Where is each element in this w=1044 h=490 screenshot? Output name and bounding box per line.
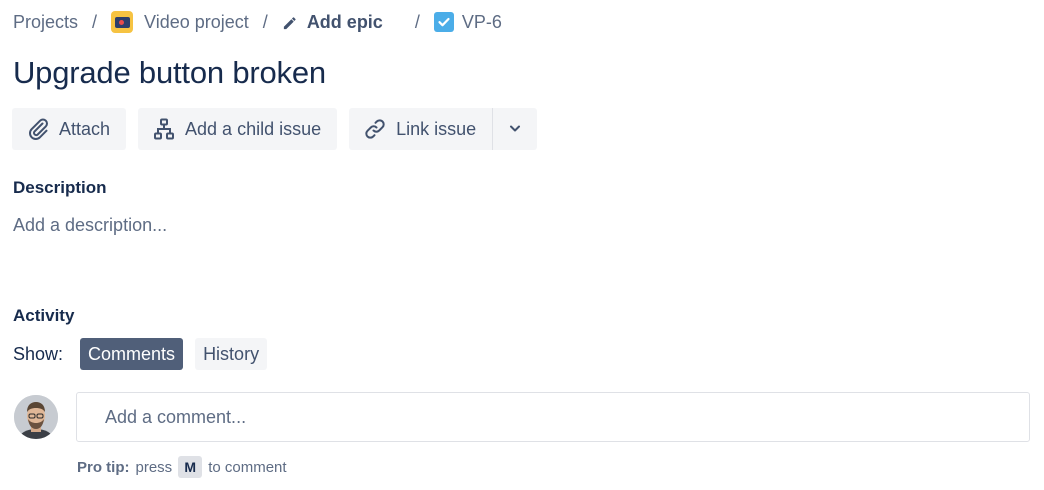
add-child-issue-button[interactable]: Add a child issue [138,108,338,150]
link-icon [363,117,387,141]
breadcrumb-separator: / [414,11,420,32]
activity-filter-row: Show: Comments History [13,338,279,370]
breadcrumb-projects[interactable]: Projects [13,12,78,33]
hierarchy-icon [152,117,176,141]
pro-tip-text-pre: press [135,458,173,476]
description-heading: Description [13,178,107,197]
link-issue-group: Link issue [349,108,538,150]
pro-tip: Pro tip: press M to comment [77,456,287,478]
task-checkbox-icon [433,12,454,32]
filter-comments-button[interactable]: Comments [80,338,184,370]
add-epic-button[interactable]: Add epic [282,12,383,33]
video-project-icon [111,11,134,33]
activity-heading: Activity [13,306,75,325]
issue-toolbar: Attach Add a child issue Link issue [12,108,538,150]
avatar [14,395,58,439]
attach-label: Attach [59,118,111,139]
issue-title[interactable]: Upgrade button broken [13,55,326,91]
breadcrumb-issue-key[interactable]: VP-6 [462,12,502,33]
show-label: Show: [13,343,64,364]
breadcrumb-separator: / [262,11,268,32]
pencil-icon [282,15,297,30]
comment-input[interactable]: Add a comment... [76,392,1030,442]
keyboard-shortcut-key: M [178,456,203,478]
breadcrumb-project-label[interactable]: Video project [144,12,249,33]
breadcrumb-project[interactable]: Video project [111,11,249,33]
attach-button[interactable]: Attach [12,108,127,150]
chevron-down-icon [508,119,522,140]
link-issue-button[interactable]: Link issue [349,108,493,150]
breadcrumb: Projects / Video project / Add epic / VP… [13,8,502,36]
link-issue-label: Link issue [396,118,477,139]
pro-tip-label: Pro tip: [77,458,130,476]
filter-history-button[interactable]: History [195,338,268,370]
breadcrumb-separator: / [92,11,98,32]
pro-tip-text-post: to comment [208,458,287,476]
more-actions-button[interactable] [492,108,538,150]
description-field[interactable]: Add a description... [13,215,167,236]
add-child-issue-label: Add a child issue [185,118,322,139]
add-epic-label: Add epic [306,11,383,32]
breadcrumb-issue[interactable]: VP-6 [433,12,502,33]
issue-page: Projects / Video project / Add epic / VP… [0,0,1044,490]
paperclip-icon [26,117,50,141]
